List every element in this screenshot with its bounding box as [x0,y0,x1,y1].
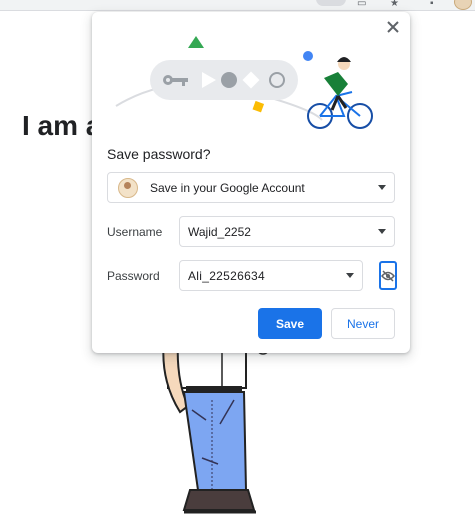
username-select[interactable]: Wajid_2252 [179,216,395,247]
page-heading: I am a [22,110,102,141]
password-label: Password [107,269,160,283]
account-label: Save in your Google Account [150,180,305,195]
person-illustration [162,340,270,514]
menu-icon[interactable]: ▪ [430,0,434,8]
chevron-down-icon [378,228,386,234]
account-avatar [118,177,138,198]
chevron-down-icon [346,272,354,278]
eye-off-icon [381,269,395,282]
bookmark-star-icon[interactable]: ★ [390,0,399,8]
account-selector[interactable]: Save in your Google Account [107,172,395,203]
password-hero-illustration [115,36,373,129]
password-select[interactable]: Ali_22526634 [179,260,363,291]
browser-toolbar: ▭ ★ ▪ [0,0,475,11]
close-icon[interactable] [384,18,402,36]
password-value: Ali_22526634 [188,268,266,283]
extensions-icon[interactable] [316,0,346,6]
reading-list-icon[interactable]: ▭ [357,0,366,8]
username-label: Username [107,225,163,239]
save-password-dialog: Save password? Save in your Google Accou… [92,12,410,353]
toggle-password-visibility-button[interactable] [379,261,397,290]
profile-icon[interactable] [454,0,472,10]
save-button[interactable]: Save [258,308,322,339]
chevron-down-icon [378,184,386,190]
username-value: Wajid_2252 [188,224,251,239]
never-button[interactable]: Never [331,308,395,339]
dialog-title: Save password? [107,146,211,162]
